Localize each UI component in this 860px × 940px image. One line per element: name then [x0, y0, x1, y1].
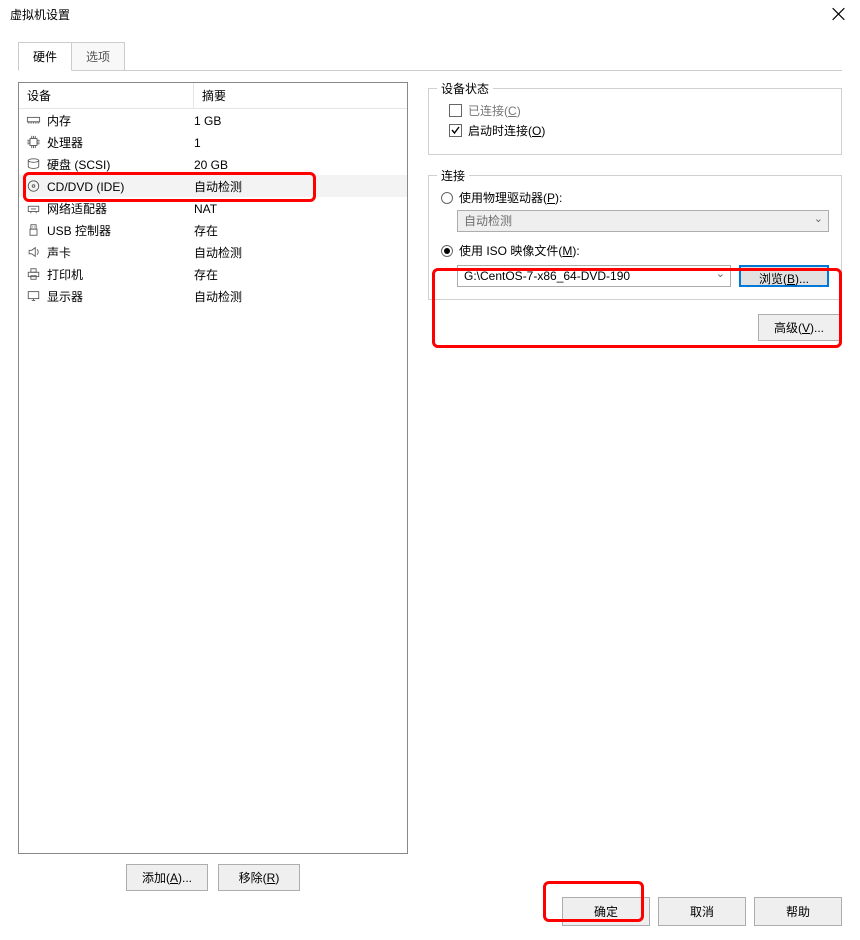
- device-status-group: 设备状态 已连接(C) 启动时连接(O): [428, 88, 842, 155]
- dialog-footer: 确定 取消 帮助: [562, 897, 842, 926]
- group-title-connection: 连接: [437, 167, 469, 184]
- connected-checkbox[interactable]: [449, 104, 462, 117]
- sound-icon: [19, 245, 47, 260]
- tab-hardware[interactable]: 硬件: [18, 42, 72, 71]
- device-row-0[interactable]: 内存1 GB: [19, 109, 407, 131]
- titlebar: 虚拟机设置: [0, 0, 860, 28]
- connect-on-start-checkbox[interactable]: [449, 124, 462, 137]
- remove-button[interactable]: 移除(R): [218, 864, 300, 891]
- device-summary: 存在: [194, 265, 407, 283]
- device-summary: NAT: [194, 201, 407, 216]
- ok-button[interactable]: 确定: [562, 897, 650, 926]
- device-list: 设备 摘要 内存1 GB处理器1硬盘 (SCSI)20 GBCD/DVD (ID…: [18, 82, 408, 854]
- group-title-status: 设备状态: [437, 80, 493, 97]
- physical-drive-dropdown: 自动检测: [457, 210, 829, 232]
- device-row-6[interactable]: 声卡自动检测: [19, 241, 407, 263]
- disc-icon: [19, 179, 47, 194]
- header-device[interactable]: 设备: [19, 83, 194, 108]
- cpu-icon: [19, 135, 47, 150]
- close-icon: [831, 7, 846, 21]
- disk-icon: [19, 157, 47, 172]
- use-physical-radio[interactable]: [441, 192, 453, 204]
- tab-options[interactable]: 选项: [71, 42, 125, 71]
- device-name: 打印机: [47, 265, 194, 283]
- device-name: 显示器: [47, 287, 194, 305]
- device-summary: 1 GB: [194, 113, 407, 128]
- device-row-1[interactable]: 处理器1: [19, 131, 407, 153]
- close-button[interactable]: [816, 0, 860, 28]
- add-button[interactable]: 添加(A)...: [126, 864, 208, 891]
- window-title: 虚拟机设置: [10, 6, 816, 23]
- device-name: 网络适配器: [47, 199, 194, 217]
- device-row-4[interactable]: 网络适配器NAT: [19, 197, 407, 219]
- device-name: 内存: [47, 111, 194, 129]
- browse-button[interactable]: 浏览(B)...: [739, 265, 829, 287]
- device-summary: 自动检测: [194, 287, 407, 305]
- device-name: 硬盘 (SCSI): [47, 155, 194, 173]
- device-list-header: 设备 摘要: [19, 83, 407, 109]
- device-row-8[interactable]: 显示器自动检测: [19, 285, 407, 307]
- device-name: USB 控制器: [47, 221, 194, 239]
- header-summary[interactable]: 摘要: [194, 83, 407, 108]
- device-summary: 1: [194, 135, 407, 150]
- connection-group: 连接 使用物理驱动器(P): 自动检测 使用 ISO 映像文件(M): G:\C…: [428, 175, 842, 300]
- cancel-button[interactable]: 取消: [658, 897, 746, 926]
- iso-path-dropdown[interactable]: G:\CentOS-7-x86_64-DVD-190: [457, 265, 731, 287]
- device-row-2[interactable]: 硬盘 (SCSI)20 GB: [19, 153, 407, 175]
- device-summary: 自动检测: [194, 177, 407, 195]
- device-summary: 存在: [194, 221, 407, 239]
- device-row-5[interactable]: USB 控制器存在: [19, 219, 407, 241]
- device-name: 处理器: [47, 133, 194, 151]
- device-row-3[interactable]: CD/DVD (IDE)自动检测: [19, 175, 407, 197]
- use-iso-radio[interactable]: [441, 245, 453, 257]
- network-icon: [19, 201, 47, 216]
- advanced-button[interactable]: 高级(V)...: [758, 314, 840, 341]
- device-name: CD/DVD (IDE): [47, 179, 194, 194]
- device-name: 声卡: [47, 243, 194, 261]
- usb-icon: [19, 223, 47, 238]
- memory-icon: [19, 113, 47, 128]
- help-button[interactable]: 帮助: [754, 897, 842, 926]
- display-icon: [19, 289, 47, 304]
- device-summary: 20 GB: [194, 157, 407, 172]
- tabs: 硬件 选项: [0, 42, 860, 71]
- device-summary: 自动检测: [194, 243, 407, 261]
- device-row-7[interactable]: 打印机存在: [19, 263, 407, 285]
- printer-icon: [19, 267, 47, 282]
